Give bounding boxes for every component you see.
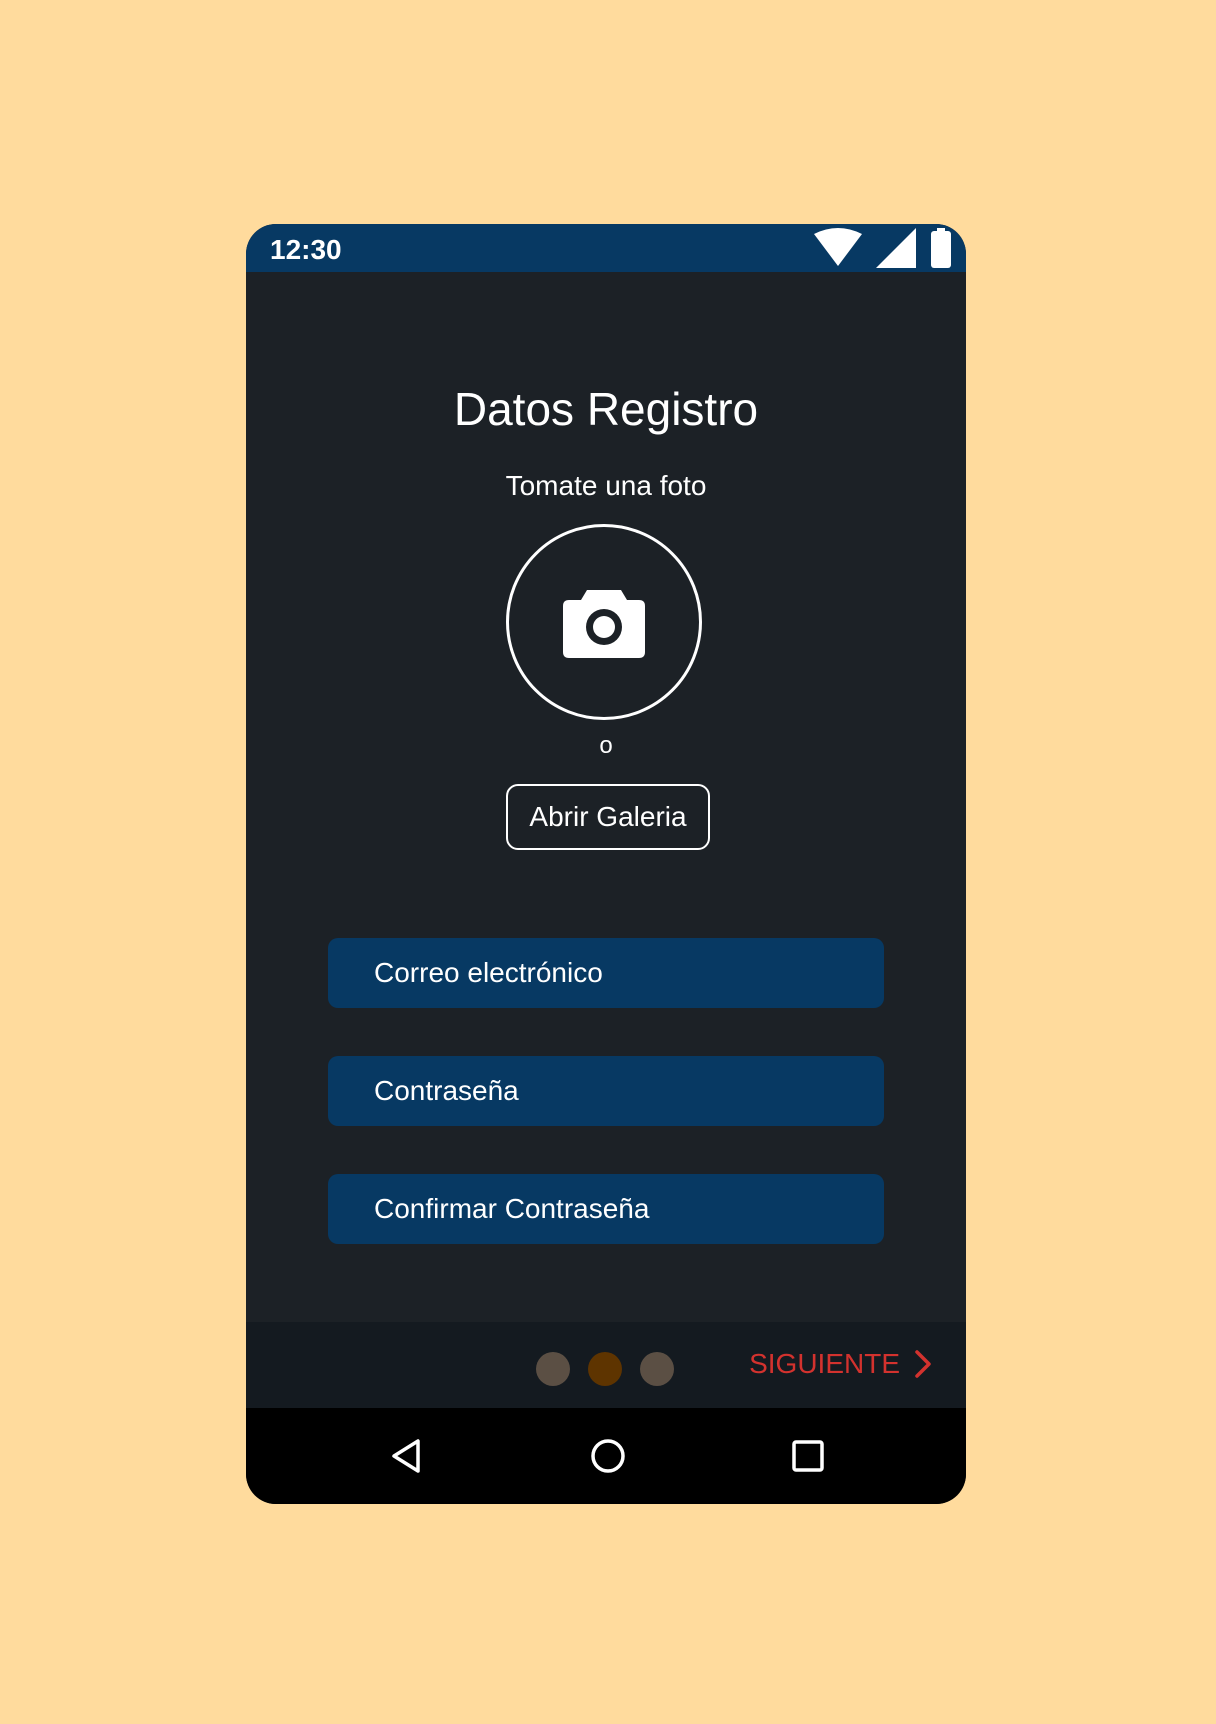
- password-field[interactable]: Contraseña: [328, 1056, 884, 1126]
- page-title: Datos Registro: [453, 383, 759, 435]
- status-icons: [814, 227, 952, 269]
- email-field[interactable]: Correo electrónico: [328, 938, 884, 1008]
- camera-icon: [563, 590, 645, 658]
- open-gallery-button[interactable]: Abrir Galeria: [506, 784, 710, 850]
- phone-frame: 12:30 Datos Registro Tomate una foto o A…: [246, 224, 966, 1504]
- status-bar: 12:30: [246, 224, 966, 272]
- photo-prompt: Tomate una foto: [505, 470, 707, 501]
- next-button-label: SIGUIENTE: [749, 1348, 900, 1379]
- page-indicator-1: [536, 1352, 570, 1386]
- home-icon[interactable]: [588, 1436, 628, 1476]
- page-indicator-3: [640, 1352, 674, 1386]
- battery-icon: [931, 228, 951, 268]
- pager-bar: SIGUIENTE: [246, 1322, 966, 1408]
- registration-content: Datos Registro Tomate una foto o Abrir G…: [246, 272, 966, 1322]
- navigation-bar: [246, 1408, 966, 1504]
- status-time: 12:30: [270, 234, 342, 265]
- back-icon[interactable]: [388, 1436, 428, 1476]
- chevron-right-icon: [915, 1350, 931, 1378]
- wifi-icon: [814, 228, 862, 266]
- or-separator: o: [599, 732, 613, 759]
- next-button[interactable]: SIGUIENTE: [749, 1342, 932, 1386]
- signal-icon: [876, 228, 916, 268]
- page-indicator-2-active: [588, 1352, 622, 1386]
- take-photo-button[interactable]: [506, 524, 702, 720]
- recents-icon[interactable]: [788, 1436, 828, 1476]
- confirm-password-field[interactable]: Confirmar Contraseña: [328, 1174, 884, 1244]
